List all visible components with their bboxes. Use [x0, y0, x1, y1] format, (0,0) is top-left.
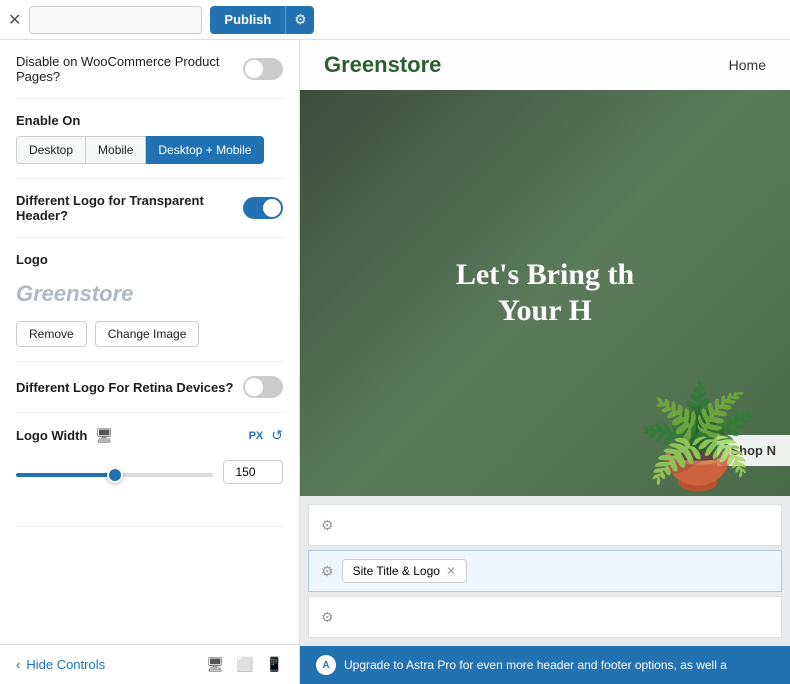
panel-body: Disable on WooCommerce Product Pages? En… [0, 40, 299, 644]
logo-setting: Logo Greenstore Remove Change Image [16, 238, 283, 362]
slider-container [16, 465, 213, 480]
publish-settings-button[interactable]: ⚙ [285, 6, 314, 34]
bottom-bar: ‹ Hide Controls 🖥 ⬜ 📱 [0, 644, 299, 684]
retina-logo-slider [243, 376, 283, 398]
enable-on-buttons: Desktop Mobile Desktop + Mobile [16, 136, 264, 164]
transparent-logo-toggle[interactable] [243, 197, 283, 219]
logo-label: Logo [16, 252, 48, 267]
logo-width-label: Logo Width [16, 428, 87, 443]
publish-button[interactable]: Publish [210, 6, 285, 34]
preview-site-header: Greenstore Home [300, 40, 790, 90]
mobile-device-icon[interactable]: 📱 [266, 656, 283, 673]
top-bar-left: ✕ Publish ⚙ [0, 6, 300, 34]
chip-close-icon[interactable]: ✕ [446, 564, 456, 578]
hide-controls-label: Hide Controls [26, 657, 105, 672]
desktop-mobile-button[interactable]: Desktop + Mobile [146, 136, 264, 164]
astra-logo: A [316, 655, 336, 675]
builder-area: ⚙ ⚙ Site Title & Logo ✕ ⚙ [300, 496, 790, 646]
builder-row-1: ⚙ [308, 504, 782, 546]
monitor-icon: 🖥 [95, 427, 113, 444]
retina-logo-setting: Different Logo For Retina Devices? [16, 362, 283, 413]
tablet-device-icon[interactable]: ⬜ [236, 656, 253, 673]
logo-width-setting: Logo Width 🖥 PX ↺ [16, 413, 283, 527]
transparent-logo-setting: Different Logo for Transparent Header? [16, 179, 283, 238]
woocommerce-slider [243, 58, 283, 80]
preview-frame: Greenstore Home 🪴 Let's Bring thYour H S… [300, 40, 790, 646]
device-icons: 🖥 ⬜ 📱 [206, 656, 283, 673]
row3-gear-icon[interactable]: ⚙ [321, 609, 334, 626]
close-button[interactable]: ✕ [8, 6, 21, 34]
reset-icon[interactable]: ↺ [271, 427, 283, 444]
preview-nav: Home [729, 57, 766, 73]
row1-gear-icon[interactable]: ⚙ [321, 517, 334, 534]
woocommerce-setting: Disable on WooCommerce Product Pages? [16, 40, 283, 99]
enable-on-label: Enable On [16, 113, 80, 128]
site-title-chip[interactable]: Site Title & Logo ✕ [342, 559, 467, 583]
logo-width-slider[interactable] [16, 473, 213, 477]
top-bar: ✕ Publish ⚙ [0, 0, 790, 40]
retina-logo-toggle[interactable] [243, 376, 283, 398]
desktop-button[interactable]: Desktop [16, 136, 86, 164]
row2-gear-icon[interactable]: ⚙ [321, 563, 334, 580]
upgrade-bar: A Upgrade to Astra Pro for even more hea… [300, 646, 790, 684]
hide-controls[interactable]: ‹ Hide Controls [16, 657, 105, 672]
remove-logo-button[interactable]: Remove [16, 321, 87, 347]
hide-controls-arrow: ‹ [16, 657, 20, 672]
mobile-button[interactable]: Mobile [86, 136, 146, 164]
logo-buttons: Remove Change Image [16, 321, 199, 347]
px-badge: PX [249, 430, 264, 442]
builder-row-3: ⚙ [308, 596, 782, 638]
preview-site-title: Greenstore [324, 52, 441, 78]
builder-row-2: ⚙ Site Title & Logo ✕ [308, 550, 782, 592]
desktop-device-icon[interactable]: 🖥 [206, 656, 224, 673]
left-panel: Disable on WooCommerce Product Pages? En… [0, 40, 300, 684]
logo-width-header: Logo Width 🖥 PX ↺ [16, 427, 283, 444]
woocommerce-toggle[interactable] [243, 58, 283, 80]
main-content: Disable on WooCommerce Product Pages? En… [0, 40, 790, 684]
transparent-logo-slider [243, 197, 283, 219]
hero-plant-decoration: 🪴 [635, 379, 760, 496]
hero-text: Let's Bring thYour H [456, 257, 634, 329]
transparent-logo-label: Different Logo for Transparent Header? [16, 193, 243, 223]
retina-logo-label: Different Logo For Retina Devices? [16, 380, 233, 395]
logo-width-input[interactable] [223, 460, 283, 484]
logo-width-controls [16, 460, 283, 484]
logo-preview: Greenstore [16, 275, 133, 313]
search-input[interactable] [29, 6, 202, 34]
preview-hero: 🪴 Let's Bring thYour H Shop N [300, 90, 790, 496]
enable-on-setting: Enable On Desktop Mobile Desktop + Mobil… [16, 99, 283, 179]
nav-home: Home [729, 57, 766, 73]
woocommerce-label: Disable on WooCommerce Product Pages? [16, 54, 243, 84]
right-preview: Greenstore Home 🪴 Let's Bring thYour H S… [300, 40, 790, 684]
site-title-chip-label: Site Title & Logo [353, 564, 440, 578]
change-image-button[interactable]: Change Image [95, 321, 200, 347]
upgrade-bar-text: Upgrade to Astra Pro for even more heade… [344, 658, 727, 672]
